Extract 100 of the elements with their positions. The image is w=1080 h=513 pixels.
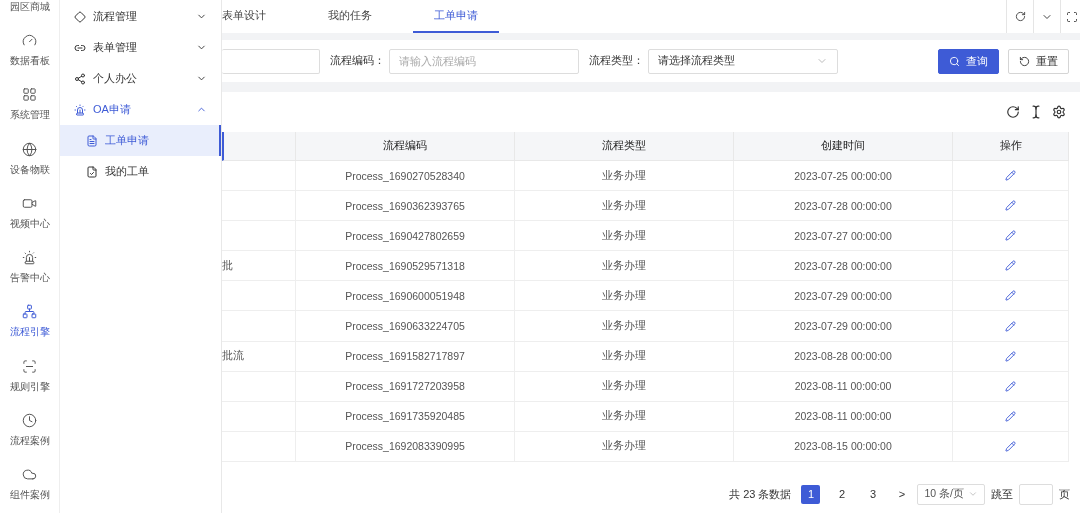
edit-icon[interactable]	[1005, 410, 1016, 422]
input-field[interactable]: 请输入流程编码	[389, 48, 579, 74]
page-size-select[interactable]: 10 条/页	[917, 483, 985, 505]
table-cell: Process_1691582717897	[296, 341, 515, 372]
table-cell: Process_1691727203958	[296, 371, 515, 402]
globe-icon	[22, 141, 37, 157]
fullscreen-icon[interactable]	[1066, 10, 1078, 23]
edit-icon[interactable]	[1005, 170, 1016, 182]
table-cell: 业务办理	[515, 371, 734, 402]
menu-group[interactable]: 表单管理	[60, 32, 221, 63]
table-cell: 2023-08-28 00:00:00	[734, 341, 953, 372]
table-cell: 2023-07-28 00:00:00	[734, 191, 953, 222]
column-header: 流程类型	[515, 132, 734, 161]
tab[interactable]: 表单设计	[222, 0, 287, 33]
search-icon	[949, 55, 960, 67]
menu-group[interactable]: OA申请	[60, 94, 221, 125]
field-label: 流程类型：	[589, 54, 644, 68]
menu-group[interactable]: 流程管理	[60, 1, 221, 32]
diamond-icon	[74, 10, 86, 23]
clock-icon	[22, 413, 37, 428]
search-button[interactable]: 查询	[938, 48, 999, 74]
page-input[interactable]	[1019, 483, 1053, 505]
column-header: 操作	[953, 132, 1069, 161]
input-field[interactable]	[222, 48, 320, 74]
table-cell: 业务办理	[515, 311, 734, 342]
table-cell: Process_1691735920485	[296, 401, 515, 432]
column-header: 创建时间	[734, 132, 953, 161]
page-button[interactable]: 1	[801, 484, 821, 504]
edit-icon[interactable]	[1005, 290, 1016, 302]
table-cell: 2023-07-29 00:00:00	[734, 281, 953, 312]
table-cell: 2023-08-11 00:00:00	[734, 401, 953, 432]
edit-icon[interactable]	[1005, 440, 1016, 452]
table-cell: 业务办理	[515, 161, 734, 192]
nav-rail-item[interactable]: 视频中心	[0, 186, 59, 241]
menu-item[interactable]: 工单申请	[60, 125, 221, 156]
reset-icon	[1019, 55, 1030, 67]
network-icon	[22, 304, 37, 320]
nav-rail-item[interactable]: 流程案例	[0, 403, 59, 458]
cloud-icon	[22, 467, 37, 483]
table-cell: 业务办理	[515, 341, 734, 372]
table-cell: Process_1690362393765	[296, 191, 515, 222]
table-cell: Process_1692083390995	[296, 431, 515, 462]
table-cell: 业务办理	[515, 251, 734, 282]
reset-button[interactable]: 重置	[1008, 48, 1069, 74]
table-cell: 2023-07-29 00:00:00	[734, 311, 953, 342]
table-cell: Process_1690270528340	[296, 161, 515, 192]
edit-icon[interactable]	[1005, 260, 1016, 272]
nav-rail-item[interactable]: 规则引擎	[0, 349, 59, 404]
table-cell: 2023-07-27 00:00:00	[734, 221, 953, 252]
nav-rail-item[interactable]: 告警中心	[0, 240, 59, 295]
nav-rail-item[interactable]: 数据看板	[0, 23, 59, 78]
gauge-icon	[22, 32, 37, 48]
table-cell: Process_1690427802659	[296, 221, 515, 252]
grid-icon	[22, 87, 37, 103]
field-label: 流程编码：	[330, 54, 385, 68]
jump-label: 跳至	[991, 486, 1013, 502]
siren-icon	[22, 250, 37, 266]
table-cell: Process_1690633224705	[296, 311, 515, 342]
select-field[interactable]: 请选择流程类型	[648, 48, 838, 74]
scan-icon	[22, 358, 37, 374]
edit-icon[interactable]	[1005, 200, 1016, 212]
page-button[interactable]: 2	[832, 484, 852, 504]
menu-group[interactable]: 个人办公	[60, 63, 221, 94]
edit-icon[interactable]	[1005, 350, 1016, 362]
table-cell: 业务办理	[515, 221, 734, 252]
page-button[interactable]: 3	[863, 484, 883, 504]
page-unit: 页	[1059, 486, 1070, 502]
table-cell: 2023-07-25 00:00:00	[734, 161, 953, 192]
chevron-icon	[968, 489, 978, 499]
nav-rail-item[interactable]: 设备物联	[0, 131, 59, 187]
table-cell: 业务办理	[515, 281, 734, 312]
nav-rail-item[interactable]: 系统管理	[0, 77, 59, 132]
table-cell: Process_1690600051948	[296, 281, 515, 312]
nav-rail-item[interactable]: 流程引擎	[0, 294, 59, 350]
table-cell: 业务办理	[515, 191, 734, 222]
table-cell: 2023-07-28 00:00:00	[734, 251, 953, 282]
tab[interactable]: 我的任务	[307, 0, 393, 33]
document-check-icon	[86, 165, 98, 178]
next-page-button[interactable]: >	[892, 484, 912, 504]
table-cell: 批	[222, 251, 296, 282]
refresh-icon[interactable]	[1014, 11, 1026, 22]
menu-item[interactable]: 我的工单	[60, 156, 221, 187]
table-cell: 2023-08-15 00:00:00	[734, 431, 953, 462]
refresh-icon[interactable]	[1006, 105, 1020, 119]
share-icon	[74, 72, 86, 85]
table-cell: 业务办理	[515, 401, 734, 432]
tab[interactable]: 工单申请	[413, 0, 499, 33]
total-count: 共 23 条数据	[729, 486, 792, 502]
siren-icon	[74, 103, 86, 116]
table-cell: Process_1690529571318	[296, 251, 515, 282]
edit-icon[interactable]	[1005, 230, 1016, 242]
table-cell: 批流	[222, 341, 296, 372]
column-header: 流程编码	[296, 132, 515, 161]
nav-rail-item[interactable]: 园区商城	[0, 0, 59, 24]
edit-icon[interactable]	[1005, 320, 1016, 332]
table-cell: 2023-08-11 00:00:00	[734, 371, 953, 402]
nav-rail-item[interactable]: 组件案例	[0, 457, 59, 512]
edit-icon[interactable]	[1005, 380, 1016, 392]
document-icon	[86, 134, 98, 147]
settings-icon[interactable]	[1052, 105, 1066, 119]
